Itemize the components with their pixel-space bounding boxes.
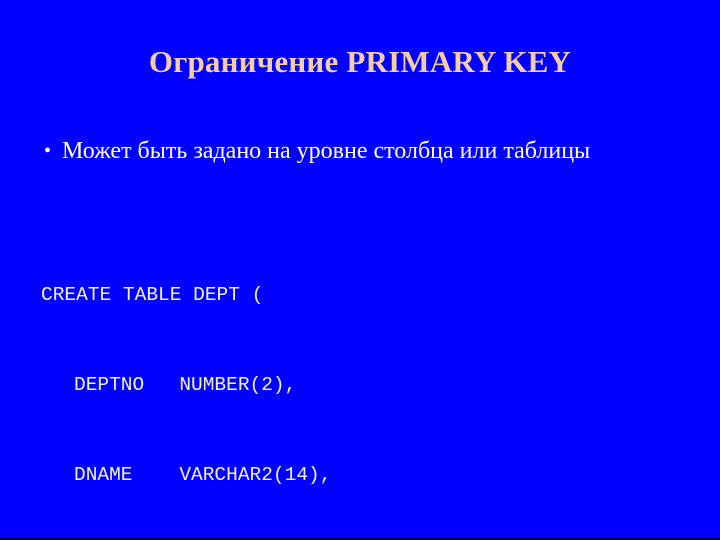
list-item: • Может быть задано на уровне столбца ил…: [44, 136, 704, 166]
page-title: Ограничение PRIMARY KEY: [148, 44, 572, 79]
slide-canvas: Ограничение PRIMARY KEY • Может быть зад…: [0, 0, 720, 540]
bullet-marker-icon: •: [44, 140, 52, 162]
code-line: DNAME VARCHAR2(14),: [74, 464, 332, 486]
bullet-list: • Может быть задано на уровне столбца ил…: [44, 136, 704, 166]
sql-code-block: CREATE TABLE DEPT ( DEPTNO NUMBER(2), DN…: [41, 220, 701, 538]
code-line: CREATE TABLE DEPT (: [41, 284, 264, 306]
bullet-item-label: Может быть задано на уровне столбца или …: [62, 138, 591, 164]
code-line: DEPTNO NUMBER(2),: [74, 374, 297, 396]
